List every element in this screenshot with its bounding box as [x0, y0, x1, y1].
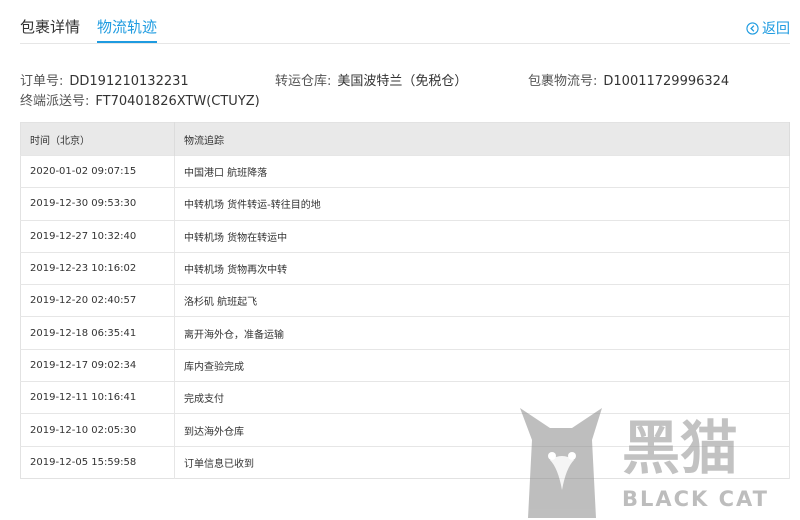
row-status: 订单信息已收到	[174, 445, 790, 479]
terminal-delivery-value: FT70401826XTW(CTUYZ)	[95, 94, 260, 109]
row-status: 离开海外仓，准备运输	[174, 316, 790, 350]
table-row: 2019-12-10 02:05:30 到达海外仓库	[20, 413, 790, 447]
table-row: 2019-12-11 10:16:41 完成支付	[20, 381, 790, 414]
tab-logistics-track[interactable]: 物流轨迹	[97, 16, 158, 43]
tab-bar: 包裹详情 物流轨迹 返回	[20, 14, 800, 44]
column-header-tracking: 物流追踪	[174, 122, 790, 156]
row-status: 到达海外仓库	[174, 413, 790, 447]
table-row: 2019-12-23 10:16:02 中转机场 货物再次中转	[20, 251, 790, 285]
row-time: 2019-12-20 02:40:57	[20, 284, 175, 317]
order-number-label: 订单号:	[20, 74, 64, 89]
row-time: 2019-12-17 09:02:34	[20, 348, 175, 382]
terminal-delivery-label: 终端派送号:	[20, 94, 90, 109]
table-row: 2019-12-17 09:02:34 库内查验完成	[20, 348, 790, 382]
row-status: 中转机场 货物再次中转	[174, 251, 790, 285]
table-row: 2019-12-18 06:35:41 离开海外仓，准备运输	[20, 316, 790, 350]
row-status: 完成支付	[174, 381, 790, 414]
back-button[interactable]: 返回	[746, 18, 790, 38]
table-row: 2019-12-20 02:40:57 洛杉矶 航班起飞	[20, 284, 790, 317]
row-time: 2019-12-27 10:32:40	[20, 219, 175, 253]
row-status: 中国港口 航班降落	[174, 154, 790, 188]
row-time: 2019-12-23 10:16:02	[20, 251, 175, 285]
table-row: 2020-01-02 09:07:15 中国港口 航班降落	[20, 154, 790, 188]
order-number: 订单号: DD191210132231	[20, 70, 189, 89]
transit-warehouse: 转运仓库: 美国波特兰（免税仓）	[275, 70, 467, 89]
back-arrow-icon	[746, 21, 759, 35]
package-tracking-label: 包裹物流号:	[528, 74, 598, 89]
transit-warehouse-label: 转运仓库:	[275, 74, 332, 89]
row-status: 中转机场 货件转运-转往目的地	[174, 187, 790, 221]
row-status: 中转机场 货物在转运中	[174, 219, 790, 253]
column-header-time: 时间（北京）	[20, 122, 175, 156]
package-tracking-value: D10011729996324	[603, 74, 730, 89]
table-row: 2019-12-05 15:59:58 订单信息已收到	[20, 445, 790, 479]
row-time: 2019-12-30 09:53:30	[20, 187, 175, 221]
table-header-row: 时间（北京） 物流追踪	[20, 122, 790, 156]
row-time: 2019-12-10 02:05:30	[20, 413, 175, 447]
transit-warehouse-value: 美国波特兰（免税仓）	[337, 74, 468, 89]
row-time: 2020-01-02 09:07:15	[20, 154, 175, 188]
table-row: 2019-12-30 09:53:30 中转机场 货件转运-转往目的地	[20, 187, 790, 221]
row-time: 2019-12-05 15:59:58	[20, 445, 175, 479]
row-status: 库内查验完成	[174, 348, 790, 382]
table-row: 2019-12-27 10:32:40 中转机场 货物在转运中	[20, 219, 790, 253]
terminal-delivery-number: 终端派送号: FT70401826XTW(CTUYZ)	[20, 90, 260, 109]
order-number-value: DD191210132231	[69, 74, 189, 89]
header-divider	[20, 43, 790, 44]
row-time: 2019-12-11 10:16:41	[20, 381, 175, 414]
row-status: 洛杉矶 航班起飞	[174, 284, 790, 317]
tab-package-details[interactable]: 包裹详情	[20, 16, 80, 37]
package-tracking-number: 包裹物流号: D10011729996324	[528, 70, 729, 89]
watermark-en: BLACK CAT	[622, 487, 769, 511]
tracking-table: 时间（北京） 物流追踪 2020-01-02 09:07:15 中国港口 航班降落…	[20, 122, 790, 479]
tab-logistics-track-label: 物流轨迹	[97, 18, 158, 36]
back-label: 返回	[762, 21, 790, 37]
row-time: 2019-12-18 06:35:41	[20, 316, 175, 350]
